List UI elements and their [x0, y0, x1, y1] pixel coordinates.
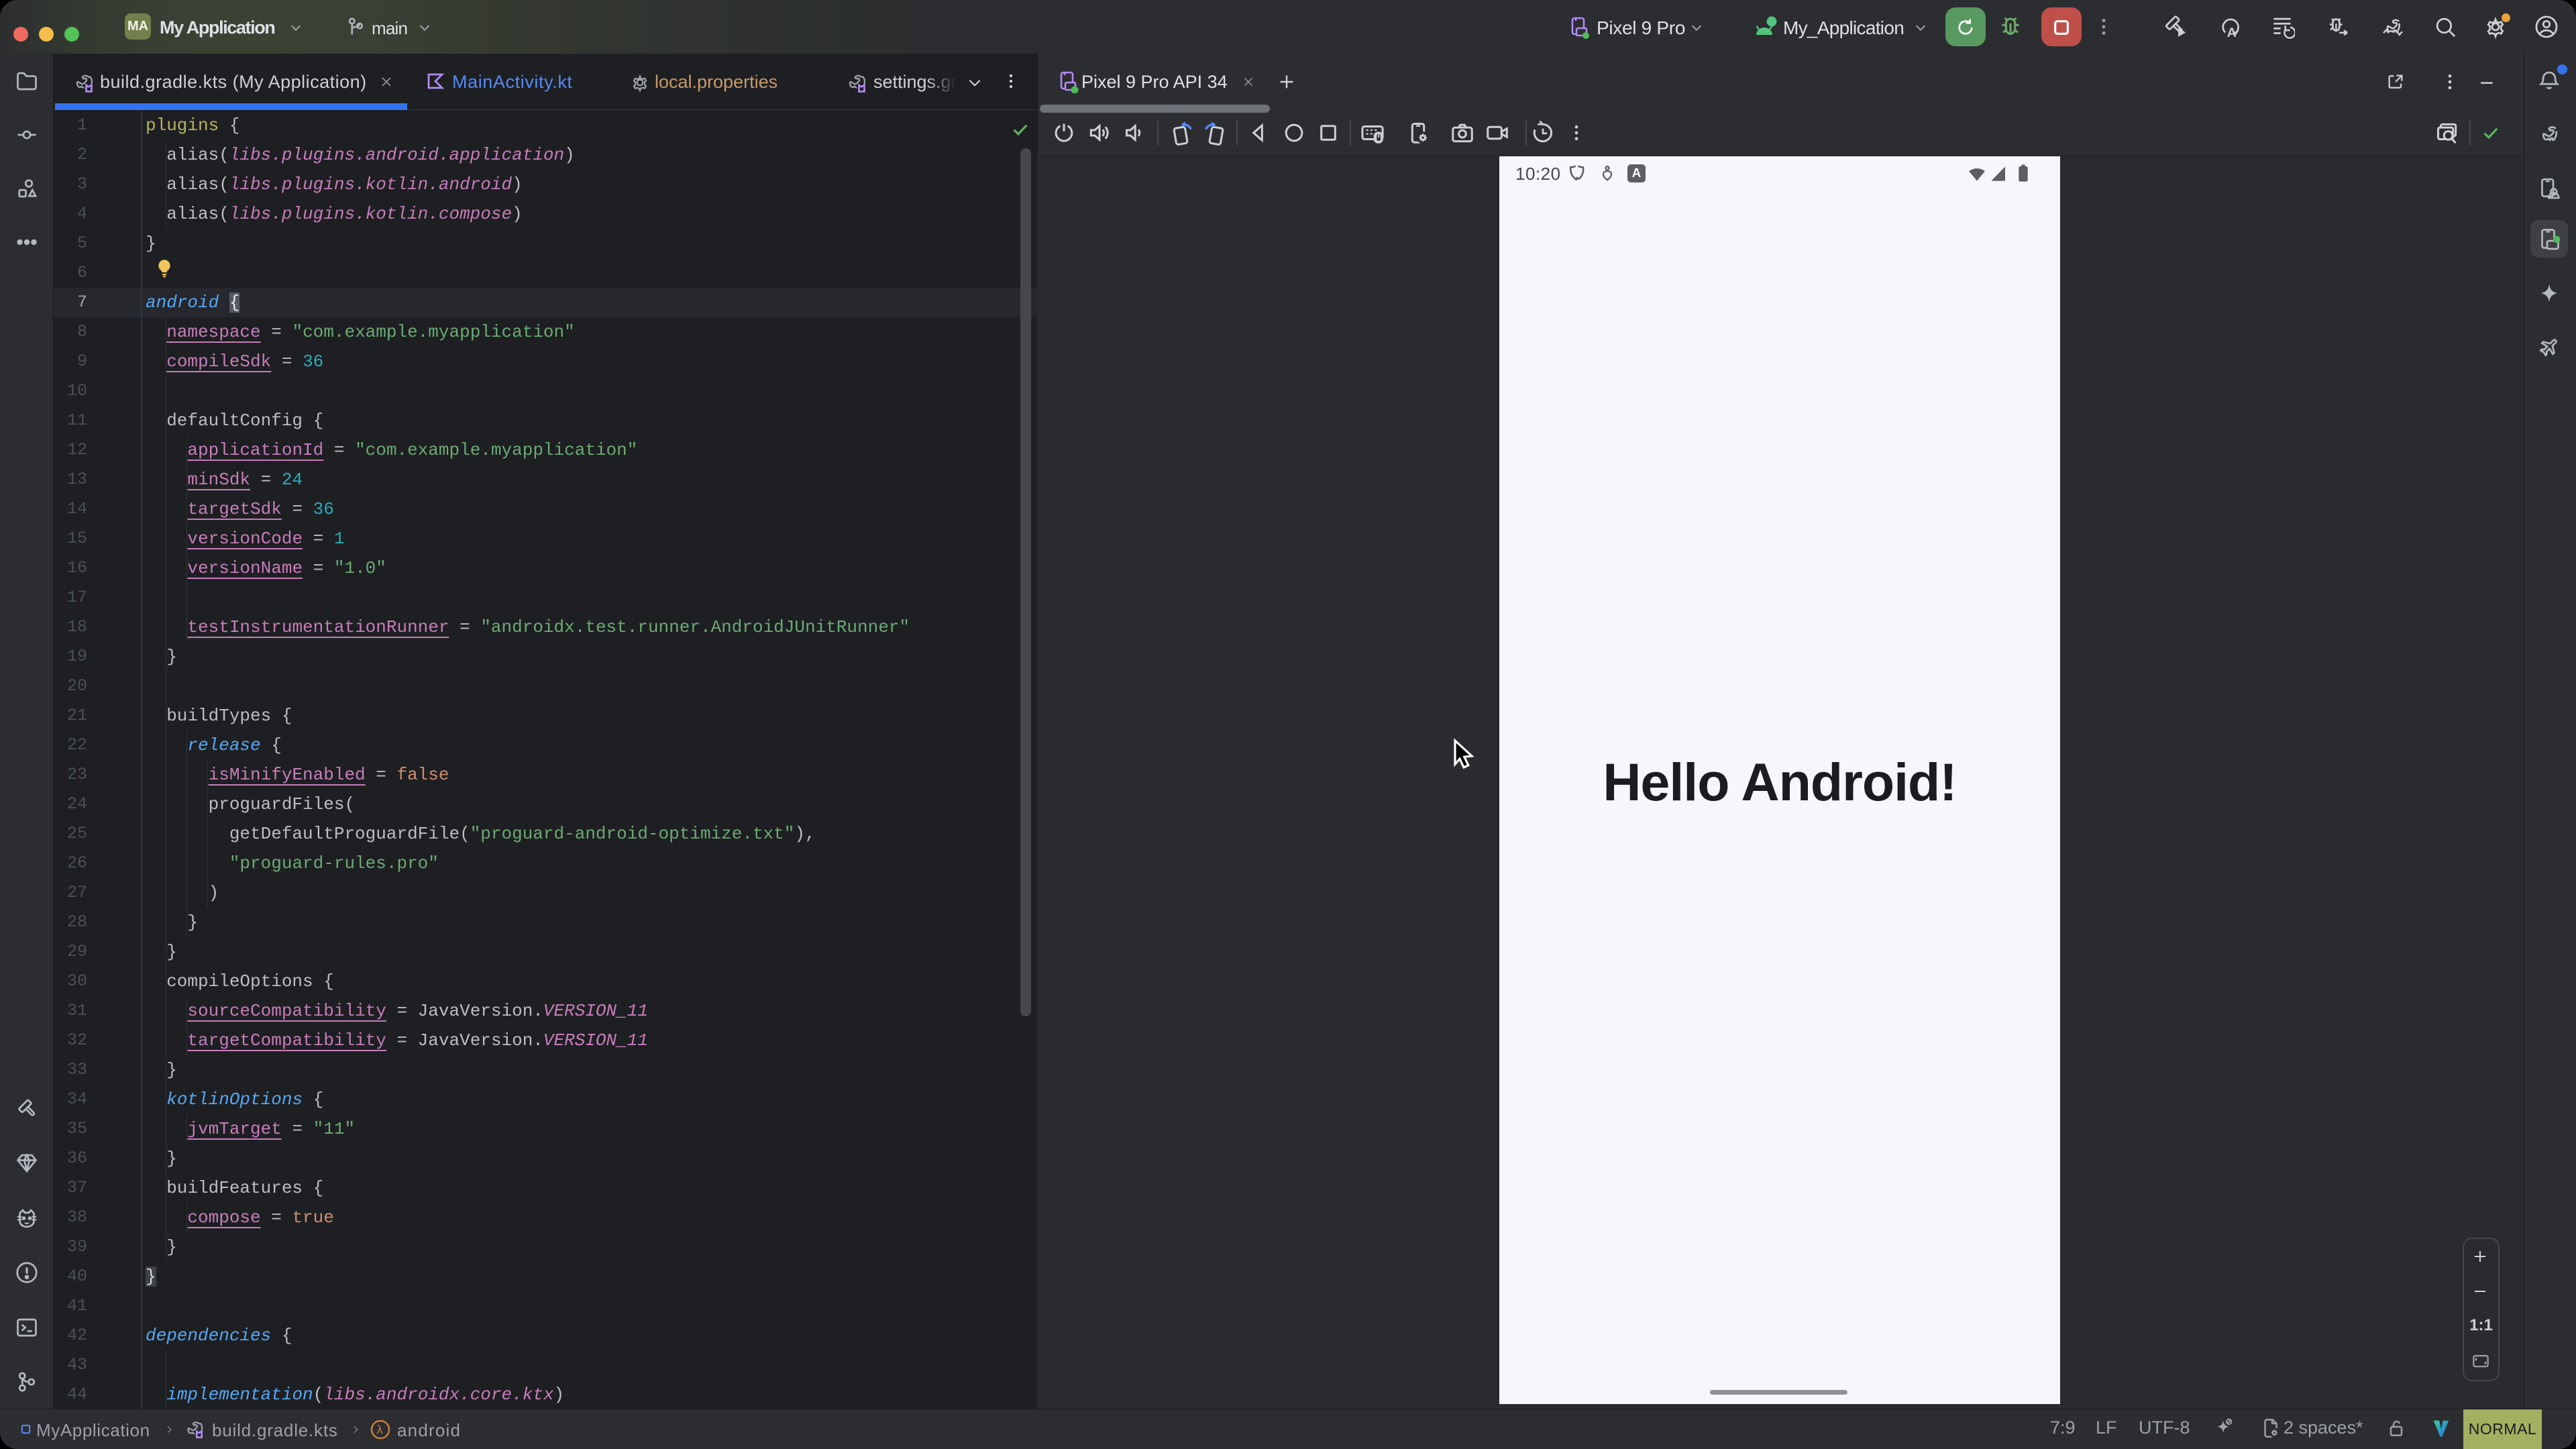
svg-text:λ: λ	[376, 1422, 383, 1436]
svg-text:A: A	[2227, 25, 2237, 40]
